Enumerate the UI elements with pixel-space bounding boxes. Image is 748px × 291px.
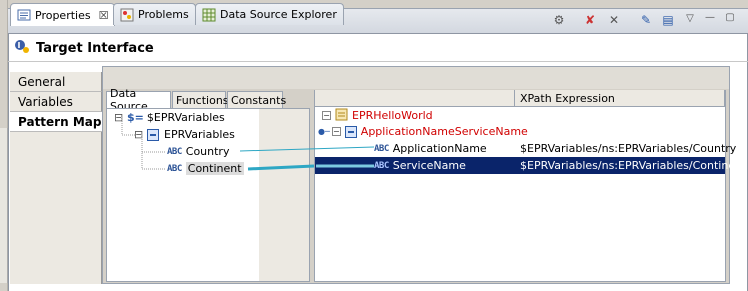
tab-properties[interactable]: Properties ☒: [10, 3, 116, 26]
tree-expander[interactable]: −: [322, 111, 331, 120]
category-label: Variables: [18, 94, 73, 109]
minimize-icon[interactable]: —: [702, 9, 718, 25]
tree-connectors: [121, 117, 166, 170]
tree-node-label: ServiceName: [392, 159, 466, 172]
column-label: XPath Expression: [520, 91, 615, 105]
view-menu-icon[interactable]: ▽: [682, 10, 698, 26]
interface-icon: I: [14, 38, 30, 58]
header-divider: [8, 61, 748, 62]
maximize-icon[interactable]: ▢: [722, 9, 738, 25]
tab-label: Problems: [138, 8, 189, 21]
xpath-cell[interactable]: $EPRVariables/ns:EPRVariables/Continent: [520, 157, 746, 174]
tab-functions[interactable]: Functions: [172, 91, 229, 108]
table-row[interactable]: ABC ServiceName: [374, 157, 466, 174]
mapping-line-continent: [247, 164, 315, 171]
string-type-icon: ABC: [374, 160, 389, 171]
category-general[interactable]: General: [10, 72, 102, 92]
tree-node-label: ApplicationNameServiceName: [360, 125, 528, 138]
tree-node-label: Country: [185, 145, 230, 158]
category-variables[interactable]: Variables: [10, 92, 102, 112]
subtab-label: Functions: [176, 93, 229, 107]
category-list-filler: [10, 132, 102, 284]
table-row[interactable]: ●─ − ApplicationNameServiceName: [318, 123, 528, 140]
category-pattern-map[interactable]: Pattern Map: [10, 112, 102, 132]
xpath-cell[interactable]: $EPRVariables/ns:EPRVariables/Country: [520, 140, 736, 157]
page-title: Target Interface: [36, 40, 154, 56]
tab-label: Data Source Explorer: [220, 8, 337, 21]
delete-icon[interactable]: ✘: [582, 12, 598, 28]
panel-top-strip: [103, 67, 729, 89]
xpath-value: $EPRVariables/ns:EPRVariables/Country: [520, 142, 737, 155]
column-header-xpath[interactable]: XPath Expression: [515, 90, 725, 107]
category-label: Pattern Map: [18, 114, 102, 129]
table-row[interactable]: ABC ApplicationName: [374, 140, 487, 157]
mapping-line-country: [239, 146, 375, 152]
subtab-label: Constants: [231, 93, 287, 107]
remove-icon[interactable]: ✕: [606, 12, 622, 28]
edit-icon[interactable]: ✎: [638, 12, 654, 28]
problems-icon: [120, 8, 134, 22]
tab-constants[interactable]: Constants: [227, 91, 287, 108]
tree-node-label: Continent: [185, 162, 244, 175]
tree-expander[interactable]: −: [331, 127, 341, 136]
tree-node-label: EPRHelloWorld: [352, 109, 433, 122]
mapping-gutter: [259, 109, 309, 281]
table-row[interactable]: − EPRHelloWorld: [322, 107, 433, 124]
mapping-anchor-icon: ●─: [318, 127, 330, 136]
properties-icon: [17, 8, 31, 22]
tree-node-label: ApplicationName: [392, 142, 487, 155]
tab-label: Properties: [35, 8, 91, 22]
tab-data-source[interactable]: Data Source: [106, 87, 171, 113]
category-label: General: [18, 74, 66, 89]
filter-icon[interactable]: ⚙: [551, 12, 567, 28]
left-scrollbar[interactable]: [0, 128, 8, 283]
column-header-name[interactable]: [315, 90, 515, 107]
mapping-lines: [239, 146, 375, 171]
svg-text:I: I: [18, 41, 21, 50]
close-icon[interactable]: ☒: [99, 9, 109, 22]
page-header: I Target Interface: [8, 36, 748, 60]
tab-data-source-explorer[interactable]: Data Source Explorer: [195, 3, 344, 25]
service-icon: [335, 108, 348, 124]
table-icon[interactable]: ▤: [660, 12, 676, 28]
xpath-value: $EPRVariables/ns:EPRVariables/Continent: [520, 159, 747, 172]
string-type-icon: ABC: [374, 143, 389, 154]
structure-icon: [344, 125, 357, 138]
tab-problems[interactable]: Problems: [113, 3, 196, 25]
datasource-icon: [202, 8, 216, 22]
